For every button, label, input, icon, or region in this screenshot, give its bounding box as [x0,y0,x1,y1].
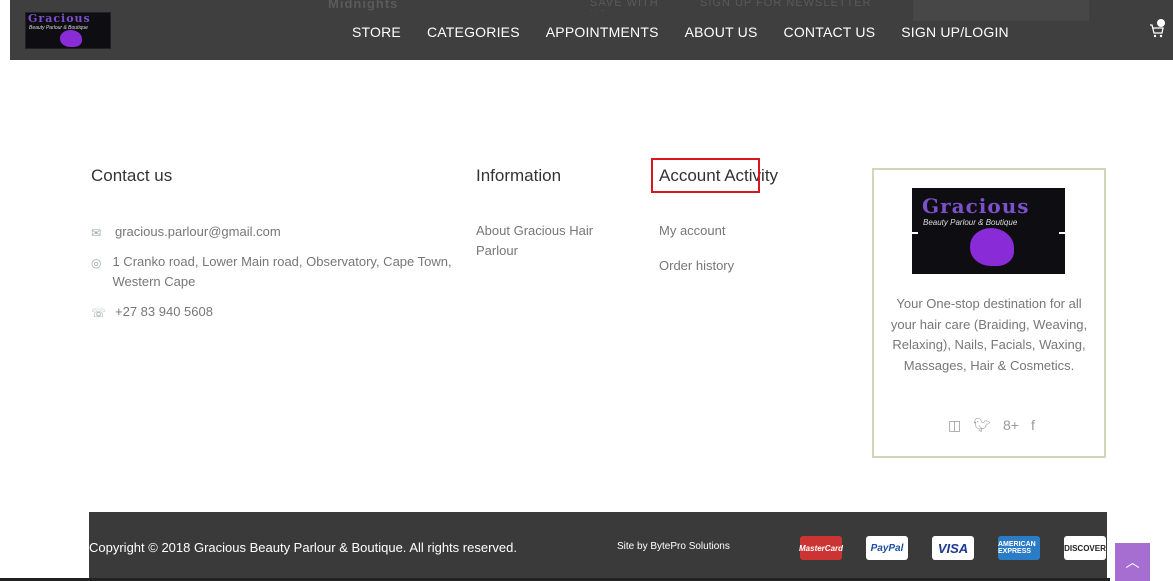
nav-contact-us[interactable]: CONTACT US [784,24,876,40]
highlight-box [651,158,760,193]
google-plus-icon[interactable]: 8+ [1003,417,1019,434]
paypal-icon: PayPal [866,536,908,560]
phone-icon: ☏ [91,306,107,320]
facebook-icon[interactable]: f [1031,417,1035,434]
contact-email-row: ✉ gracious.parlour@gmail.com [91,222,281,243]
contact-email[interactable]: gracious.parlour@gmail.com [115,222,281,243]
nav-store[interactable]: STORE [352,24,401,40]
brand-logo-tagline: Beauty Parlour & Boutique [923,218,1018,227]
information-heading: Information [476,166,562,185]
contact-address-row: ◎ 1 Cranko road, Lower Main road, Observ… [91,252,461,292]
map-pin-icon: ◎ [91,256,102,270]
envelope-icon: ✉ [91,226,102,240]
contact-address: 1 Cranko road, Lower Main road, Observat… [112,254,452,289]
chevron-up-icon: ︿ [1125,554,1140,570]
cart-icon[interactable] [1149,19,1165,38]
social-links: ◫ 🐦︎ 8+ f [948,417,1047,434]
ghost-input [913,0,1089,21]
mastercard-icon: MasterCard [799,536,843,560]
brand-logo-wordmark: Gracious [922,194,1030,218]
instagram-icon[interactable]: ◫ [948,417,961,434]
cart-badge [1157,19,1165,27]
site-logo[interactable]: Gracious Beauty Parlour & Boutique [25,12,111,49]
link-my-account[interactable]: My account [659,221,725,241]
footer-bar: Copyright © 2018 Gracious Beauty Parlour… [89,512,1107,581]
brand-logo: Gracious Beauty Parlour & Boutique [912,188,1065,274]
top-navbar: Midnights SAVE WITH US SIGN UP FOR NEWSL… [10,0,1173,60]
logo-tagline: Beauty Parlour & Boutique [29,25,88,31]
scroll-to-top-button[interactable]: ︿ [1115,543,1150,581]
logo-bar [1059,232,1065,234]
contact-phone: +27 83 940 5608 [115,304,213,319]
logo-wordmark: Gracious [28,12,91,25]
nav-appointments[interactable]: APPOINTMENTS [546,24,659,40]
ghost-text: SIGN UP FOR NEWSLETTER [700,0,872,9]
logo-bar [912,232,918,234]
site-credit[interactable]: Site by BytePro Solutions [617,541,730,552]
contact-phone-row: ☏ +27 83 940 5608 [91,302,213,323]
amex-icon: AMERICAN EXPRESS [998,536,1040,560]
nav-categories[interactable]: CATEGORIES [427,24,520,40]
main-nav: STORE CATEGORIES APPOINTMENTS ABOUT US C… [352,24,1035,40]
ghost-text: Midnights [328,0,399,11]
nav-signup-login[interactable]: SIGN UP/LOGIN [901,24,1009,40]
discover-icon: DISCOVER [1064,536,1106,560]
visa-icon: VISA [932,536,974,560]
nav-about-us[interactable]: ABOUT US [685,24,758,40]
logo-silhouette-icon [60,30,82,47]
brand-silhouette-icon [970,228,1014,266]
brand-description: Your One-stop destination for all your h… [890,296,1088,373]
copyright-text: Copyright © 2018 Gracious Beauty Parlour… [89,540,517,555]
twitter-icon[interactable]: 🐦︎ [973,417,991,434]
link-order-history[interactable]: Order history [659,256,734,276]
ghost-text: SAVE WITH US [590,0,659,11]
link-about-gracious[interactable]: About Gracious Hair Parlour [476,221,606,261]
brand-card: Gracious Beauty Parlour & Boutique Your … [872,168,1106,458]
contact-heading: Contact us [91,166,173,185]
